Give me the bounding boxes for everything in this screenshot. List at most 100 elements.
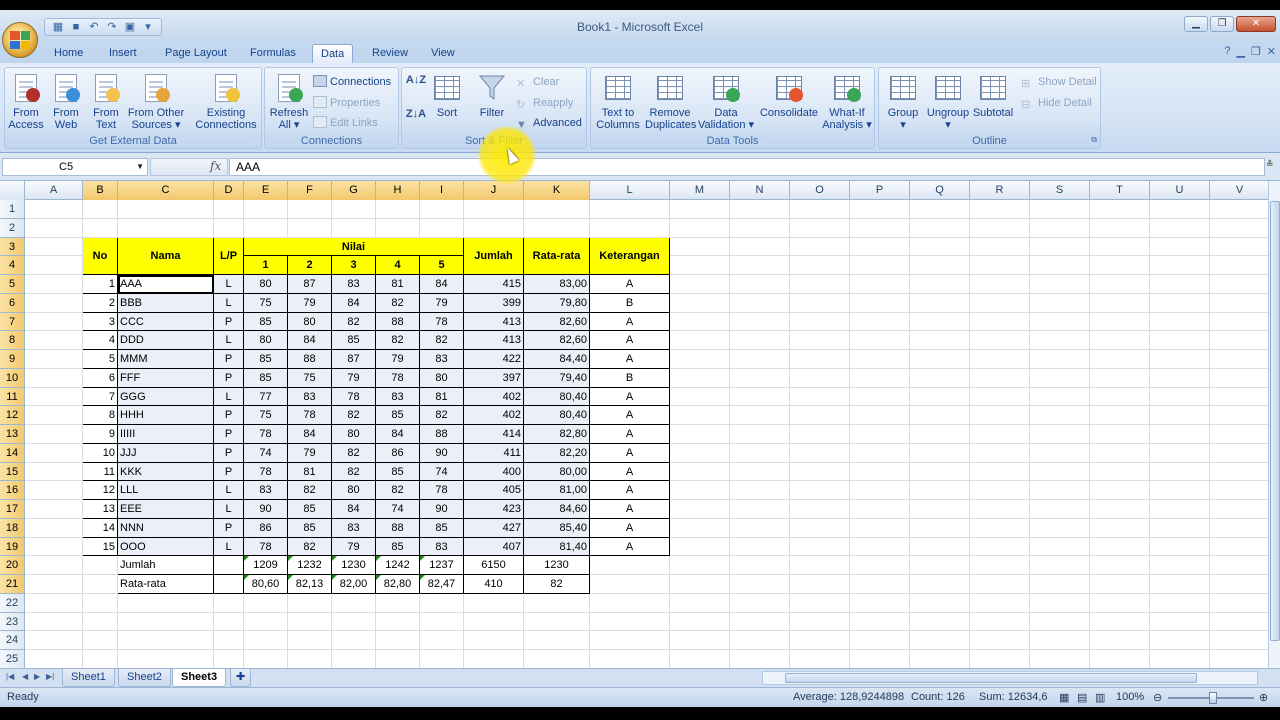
clear-filter-button[interactable]: ✕ Clear	[516, 74, 559, 90]
table-cell[interactable]: 83	[332, 275, 376, 294]
zoom-in-icon[interactable]: ⊕	[1259, 691, 1268, 704]
row-header-23[interactable]: 23	[0, 612, 25, 632]
header-nama[interactable]: Nama	[118, 237, 214, 275]
header-jumlah[interactable]: Jumlah	[464, 237, 524, 275]
table-cell[interactable]: FFF	[118, 368, 214, 388]
table-cell[interactable]: 85	[288, 518, 332, 538]
summary-cell[interactable]: 82,80	[376, 575, 420, 594]
table-cell[interactable]: A	[590, 443, 670, 463]
table-cell[interactable]: 81	[288, 462, 332, 482]
close-button[interactable]: ✕	[1236, 16, 1276, 32]
select-all-corner[interactable]	[0, 181, 25, 200]
table-cell[interactable]: A	[590, 425, 670, 444]
what-if-analysis-button[interactable]: What-If Analysis ▾	[821, 72, 873, 131]
table-cell[interactable]: 88	[376, 518, 420, 538]
table-cell[interactable]: 82,60	[524, 312, 590, 332]
table-cell[interactable]: 402	[464, 387, 524, 407]
table-cell[interactable]: 84	[420, 275, 464, 294]
summary-cell[interactable]: 82,47	[420, 575, 464, 594]
column-header-f[interactable]: F	[288, 181, 332, 200]
table-cell[interactable]: 75	[244, 293, 288, 313]
last-sheet-icon[interactable]: ▶|	[46, 672, 54, 681]
table-cell[interactable]: A	[590, 350, 670, 369]
column-header-m[interactable]: M	[670, 181, 730, 200]
table-cell[interactable]: 86	[376, 443, 420, 463]
table-cell[interactable]: 85	[376, 462, 420, 482]
row-header-6[interactable]: 6	[0, 293, 25, 313]
table-cell[interactable]: 78	[376, 368, 420, 388]
table-cell[interactable]: 88	[288, 350, 332, 369]
column-header-c[interactable]: C	[118, 181, 214, 200]
table-cell[interactable]: L	[214, 331, 244, 350]
table-cell[interactable]: 80	[288, 312, 332, 332]
table-cell[interactable]: A	[590, 331, 670, 350]
table-cell[interactable]: 85	[244, 312, 288, 332]
header-keterangan[interactable]: Keterangan	[590, 237, 670, 275]
table-cell[interactable]: 10	[83, 443, 118, 463]
table-cell[interactable]: KKK	[118, 462, 214, 482]
table-cell[interactable]: 78	[244, 425, 288, 444]
table-cell[interactable]: 83	[420, 537, 464, 557]
sheet-tab-sheet1[interactable]: Sheet1	[62, 669, 115, 687]
vertical-scrollbar[interactable]	[1268, 181, 1280, 678]
text-to-columns-button[interactable]: Text to Columns	[593, 72, 643, 131]
sort-a-z-button[interactable]: A↓Z	[404, 74, 428, 86]
table-cell[interactable]: 13	[83, 500, 118, 519]
table-cell[interactable]: 74	[420, 462, 464, 482]
row-header-3[interactable]: 3	[0, 237, 25, 257]
filter-button[interactable]: Filter	[474, 72, 510, 119]
vertical-scroll-thumb[interactable]	[1270, 201, 1280, 641]
table-cell[interactable]: 397	[464, 368, 524, 388]
subtotal-button[interactable]: Subtotal	[971, 72, 1015, 119]
table-cell[interactable]: GGG	[118, 387, 214, 407]
row-header-15[interactable]: 15	[0, 462, 25, 482]
summary-cell[interactable]: 1230	[332, 556, 376, 575]
table-cell[interactable]: 3	[83, 312, 118, 332]
table-cell[interactable]: 423	[464, 500, 524, 519]
help-icon[interactable]: ?	[1224, 45, 1230, 58]
row-header-22[interactable]: 22	[0, 593, 25, 613]
header-nilai-4[interactable]: 4	[376, 256, 420, 275]
column-header-t[interactable]: T	[1090, 181, 1150, 200]
workbook-restore-icon[interactable]: ❐	[1251, 45, 1261, 58]
table-cell[interactable]: 78	[420, 312, 464, 332]
table-cell[interactable]: A	[590, 387, 670, 407]
sheet-tab-sheet2[interactable]: Sheet2	[118, 669, 171, 687]
table-cell[interactable]: 83,00	[524, 275, 590, 294]
table-cell[interactable]: 79,80	[524, 293, 590, 313]
row-header-24[interactable]: 24	[0, 631, 25, 650]
table-cell[interactable]: 75	[244, 406, 288, 425]
table-cell[interactable]: 405	[464, 481, 524, 500]
header-rata-rata[interactable]: Rata-rata	[524, 237, 590, 275]
name-box[interactable]: C5 ▼	[2, 158, 148, 176]
column-header-s[interactable]: S	[1030, 181, 1090, 200]
row-header-13[interactable]: 13	[0, 425, 25, 444]
row-header-4[interactable]: 4	[0, 256, 25, 275]
table-cell[interactable]: 2	[83, 293, 118, 313]
header-nilai-5[interactable]: 5	[420, 256, 464, 275]
active-cell[interactable]: AAA	[118, 275, 214, 294]
table-cell[interactable]: 82,20	[524, 443, 590, 463]
table-cell[interactable]: 80,40	[524, 387, 590, 407]
table-cell[interactable]: A	[590, 312, 670, 332]
table-cell[interactable]: P	[214, 368, 244, 388]
table-cell[interactable]: MMM	[118, 350, 214, 369]
table-cell[interactable]: 14	[83, 518, 118, 538]
table-cell[interactable]: P	[214, 350, 244, 369]
column-header-p[interactable]: P	[850, 181, 910, 200]
page-break-view-icon[interactable]: ▥	[1095, 691, 1105, 704]
table-cell[interactable]: 83	[244, 481, 288, 500]
table-cell[interactable]: NNN	[118, 518, 214, 538]
row-header-11[interactable]: 11	[0, 387, 25, 407]
column-header-n[interactable]: N	[730, 181, 790, 200]
column-header-k[interactable]: K	[524, 181, 590, 200]
table-cell[interactable]: 79	[376, 350, 420, 369]
table-cell[interactable]: P	[214, 462, 244, 482]
row-header-5[interactable]: 5	[0, 275, 25, 294]
table-cell[interactable]: 82,60	[524, 331, 590, 350]
formula-input[interactable]: AAA	[229, 158, 1265, 176]
column-header-e[interactable]: E	[244, 181, 288, 200]
table-cell[interactable]: 79	[332, 537, 376, 557]
table-cell[interactable]: 427	[464, 518, 524, 538]
table-cell[interactable]: 399	[464, 293, 524, 313]
